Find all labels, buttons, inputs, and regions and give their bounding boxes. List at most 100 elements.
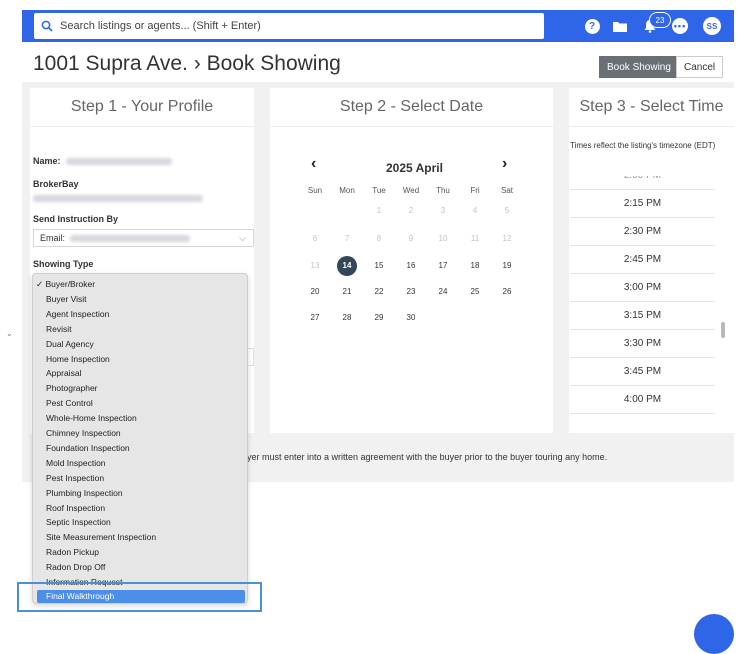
showing-type-option[interactable]: Agent Inspection: [46, 309, 109, 319]
showing-type-option[interactable]: Radon Drop Off: [46, 562, 105, 572]
showing-type-option[interactable]: Radon Pickup: [46, 547, 99, 557]
showing-type-option[interactable]: Foundation Inspection: [46, 443, 130, 453]
calendar-day-13: 13: [310, 261, 320, 270]
chevron-down-icon: ⌵: [239, 233, 246, 243]
showing-type-option[interactable]: Plumbing Inspection: [46, 488, 123, 498]
page-title: 1001 Supra Ave. › Book Showing: [33, 52, 341, 75]
calendar-day-25[interactable]: 25: [465, 282, 485, 302]
calendar-day-4: 4: [472, 206, 478, 215]
calendar-day-15[interactable]: 15: [369, 256, 389, 276]
time-slot[interactable]: 3:00 PM: [570, 274, 715, 302]
calendar-day-18[interactable]: 18: [465, 256, 485, 276]
showing-type-option[interactable]: Photographer: [46, 383, 98, 393]
showing-type-option[interactable]: Septic Inspection: [46, 517, 111, 527]
calendar-day-20[interactable]: 20: [305, 282, 325, 302]
calendar-day-28[interactable]: 28: [337, 308, 357, 328]
divider: [569, 126, 734, 127]
calendar-day-9: 9: [408, 234, 414, 243]
calendar-day-30[interactable]: 30: [401, 308, 421, 328]
calendar-day-17[interactable]: 17: [433, 256, 453, 276]
time-slot[interactable]: 2:45 PM: [570, 246, 715, 274]
calendar-day-29[interactable]: 29: [369, 308, 389, 328]
calendar-day-12: 12: [502, 234, 512, 243]
send-instruction-select[interactable]: Email: ⌵: [33, 229, 254, 247]
calendar-day-24[interactable]: 24: [433, 282, 453, 302]
calendar-day-23[interactable]: 23: [401, 282, 421, 302]
calendar-day-11: 11: [470, 234, 480, 243]
calendar-day-10: 10: [438, 234, 448, 243]
search-bar[interactable]: [34, 13, 544, 39]
calendar-day-27[interactable]: 27: [305, 308, 325, 328]
calendar-day-26[interactable]: 26: [497, 282, 517, 302]
calendar-dow-sat: Sat: [500, 186, 513, 195]
prev-month-button[interactable]: ‹: [311, 155, 316, 173]
showing-type-label: Showing Type: [33, 259, 94, 269]
showing-type-option[interactable]: Buyer Visit: [46, 294, 86, 304]
step1-title: Step 1 - Your Profile: [70, 98, 214, 115]
next-month-button[interactable]: ›: [502, 155, 507, 173]
time-list-scrollbar[interactable]: [721, 322, 725, 338]
chat-support-button[interactable]: [694, 614, 734, 654]
calendar-dow-mon: Mon: [339, 186, 355, 195]
calendar-day-21[interactable]: 21: [337, 282, 357, 302]
time-slot[interactable]: 3:45 PM: [570, 358, 715, 386]
step3-title: Step 3 - Select Time: [579, 98, 724, 115]
calendar-dow-thu: Thu: [436, 186, 450, 195]
calendar-dow-tue: Tue: [372, 186, 386, 195]
showing-type-dropdown[interactable]: ✓ Buyer/Broker Buyer Visit Agent Inspectio…: [32, 273, 248, 604]
time-slot[interactable]: 2:15 PM: [570, 190, 715, 218]
help-icon[interactable]: ?: [582, 16, 602, 36]
search-input[interactable]: [60, 20, 530, 32]
name-value-redacted: [66, 158, 172, 165]
divider: [270, 126, 553, 127]
showing-type-option[interactable]: Revisit: [46, 324, 72, 334]
user-avatar[interactable]: SS: [702, 16, 722, 36]
calendar-day-7: 7: [344, 234, 350, 243]
calendar-dow-fri: Fri: [470, 186, 480, 195]
search-icon: [34, 20, 60, 32]
book-showing-button[interactable]: Book Showing: [599, 56, 679, 78]
chat-icon[interactable]: •••: [670, 16, 690, 36]
calendar-day-19[interactable]: 19: [497, 256, 517, 276]
showing-type-option[interactable]: Mold Inspection: [46, 458, 106, 468]
step2-title: Step 2 - Select Date: [339, 98, 484, 115]
collapse-chevron-icon[interactable]: ⌄: [6, 329, 13, 338]
showing-type-option[interactable]: Site Measurement Inspection: [46, 532, 156, 542]
showing-type-option[interactable]: ✓ Buyer/Broker: [36, 279, 95, 290]
showing-type-option[interactable]: Whole-Home Inspection: [46, 413, 137, 423]
timezone-note: Times reflect the listing's timezone (ED…: [570, 141, 716, 150]
showing-type-option[interactable]: Pest Inspection: [46, 473, 104, 483]
calendar-day-8: 8: [376, 234, 382, 243]
top-nav-bar: ? 23 ••• SS: [22, 10, 734, 42]
send-instruction-value: Email:: [40, 233, 66, 243]
brokerage-name: BrokerBay: [33, 179, 79, 189]
showing-type-option[interactable]: Home Inspection: [46, 354, 110, 364]
calendar-day-22[interactable]: 22: [369, 282, 389, 302]
agreement-disclaimer: uyer must enter into a written agreement…: [242, 452, 608, 462]
calendar-day-6: 6: [312, 234, 318, 243]
divider: [30, 126, 254, 127]
selection-highlight: [17, 582, 262, 612]
time-slot[interactable]: 3:15 PM: [570, 302, 715, 330]
showing-type-option[interactable]: Dual Agency: [46, 339, 94, 349]
time-slot[interactable]: 2:30 PM: [570, 218, 715, 246]
calendar-day-16[interactable]: 16: [401, 256, 421, 276]
time-slot[interactable]: 4:00 PM: [570, 386, 715, 414]
brokerage-address-redacted: [33, 195, 203, 202]
calendar-day-14[interactable]: 14: [337, 256, 357, 276]
calendar-day-3: 3: [440, 206, 446, 215]
showing-type-option[interactable]: Roof Inspection: [46, 503, 105, 513]
showing-type-option[interactable]: Appraisal: [46, 368, 81, 378]
calendar-dow-wed: Wed: [402, 186, 420, 195]
folder-icon[interactable]: [610, 16, 630, 36]
calendar-day-2: 2: [408, 206, 414, 215]
calendar-dow-sun: Sun: [307, 186, 323, 195]
calendar-day-1: 1: [376, 206, 382, 215]
cancel-button[interactable]: Cancel: [676, 56, 724, 78]
showing-type-option[interactable]: Pest Control: [46, 398, 93, 408]
time-slot[interactable]: 3:30 PM: [570, 330, 715, 358]
showing-type-option[interactable]: Chimney Inspection: [46, 428, 121, 438]
showing-type-option-label: Buyer/Broker: [45, 279, 96, 289]
time-slot-partial[interactable]: 2:00 PM: [570, 176, 715, 190]
time-slot-list[interactable]: 2:00 PM 2:15 PM2:30 PM2:45 PM3:00 PM3:15…: [570, 176, 715, 417]
